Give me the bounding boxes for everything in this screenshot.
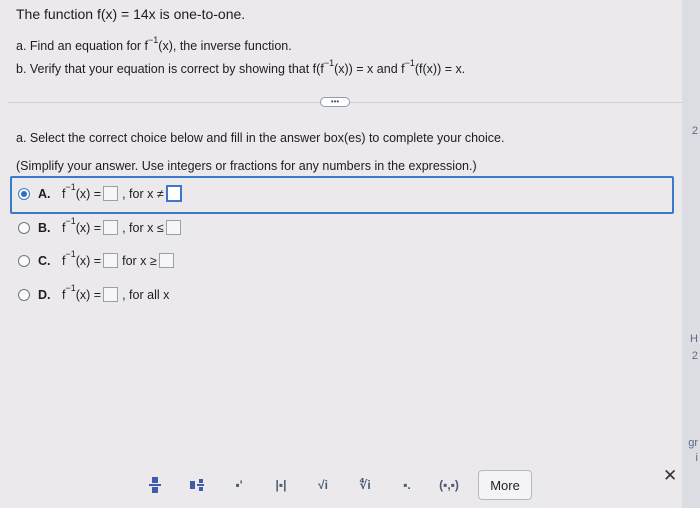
part-b-mid1: (f (316, 62, 324, 76)
choice-condition: , for all x (122, 287, 170, 302)
choice-eq: (x) = (75, 220, 102, 235)
edge-label: 2 (691, 125, 698, 137)
radio-a[interactable] (18, 187, 30, 200)
answer-box-condition-a[interactable] (165, 185, 182, 202)
part-b-pre: b. Verify that your equation is correct … (16, 62, 317, 76)
answer-box-expression-d[interactable] (103, 287, 119, 302)
radio-b[interactable] (18, 221, 30, 234)
close-icon[interactable]: ✕ (663, 466, 677, 486)
radio-c[interactable] (18, 254, 30, 267)
edge-label: H (690, 333, 698, 345)
part-a-text: a. Find an equation for f−1(x), the inve… (16, 35, 292, 53)
choice-sup: −1 (65, 181, 76, 192)
edge-label: 2 (691, 350, 698, 362)
exponent-icon[interactable]: ▪' (218, 471, 260, 499)
section-divider (8, 102, 694, 103)
radio-d[interactable] (18, 288, 30, 301)
more-button[interactable]: More (478, 470, 532, 500)
mixed-number-icon[interactable] (176, 471, 218, 499)
nth-root-icon[interactable]: ∜i (344, 471, 386, 499)
choice-eq: (x) = (75, 287, 102, 302)
ordered-pair-icon[interactable]: (▪,▪) (428, 471, 470, 499)
answer-box-condition-b[interactable] (165, 220, 181, 235)
answer-box-expression-a[interactable] (103, 186, 119, 201)
choice-condition: for x ≥ (122, 253, 157, 268)
part-b-sup2: −1 (404, 58, 415, 68)
part-a-pre: a. Find an equation for f (16, 39, 149, 53)
part-b-post: (f(x)) = x. (414, 62, 466, 76)
choice-letter: A. (38, 186, 51, 201)
answer-box-condition-c[interactable] (158, 253, 174, 268)
problem-title: The function f(x) = 14x is one-to-one. (16, 6, 246, 22)
edge-label: i (695, 452, 698, 464)
answer-box-expression-c[interactable] (103, 253, 119, 268)
instruction-line-1: a. Select the correct choice below and f… (16, 131, 505, 145)
choice-a[interactable]: A. f −1 (x) = , for x ≠ (18, 181, 184, 202)
part-b-text: b. Verify that your equation is correct … (16, 58, 466, 76)
fraction-icon[interactable] (134, 471, 176, 499)
math-toolbar: ▪' |▪| √i ∜i ▪. (▪,▪) More (134, 464, 548, 506)
instruction-line-2: (Simplify your answer. Use integers or f… (16, 159, 477, 173)
part-b-sup1: −1 (323, 58, 335, 68)
part-b-mid2: (x)) = x and f (334, 62, 405, 76)
square-root-icon[interactable]: √i (302, 471, 344, 499)
part-a-sup: −1 (148, 35, 159, 45)
choice-letter: C. (38, 253, 51, 268)
choice-d[interactable]: D. f −1 (x) = , for all x (18, 283, 170, 302)
edge-label: gr (688, 437, 698, 449)
choice-c[interactable]: C. f −1 (x) = for x ≥ (18, 249, 176, 268)
right-edge-panel: 2 H 2 gr i (682, 0, 700, 508)
choice-sup: −1 (65, 282, 76, 293)
decimal-icon[interactable]: ▪. (386, 471, 428, 499)
choice-sup: −1 (65, 248, 76, 259)
choice-eq: (x) = (75, 253, 102, 268)
expand-button[interactable]: ••• (320, 97, 350, 107)
choice-b[interactable]: B. f −1 (x) = , for x ≤ (18, 216, 183, 235)
absolute-value-icon[interactable]: |▪| (260, 471, 302, 499)
choice-eq: (x) = (75, 186, 102, 201)
answer-box-expression-b[interactable] (103, 220, 119, 235)
choice-letter: D. (38, 287, 51, 302)
choice-sup: −1 (65, 215, 76, 226)
choice-condition: , for x ≤ (122, 220, 164, 235)
part-a-post: (x), the inverse function. (158, 39, 292, 53)
choice-letter: B. (38, 220, 51, 235)
choice-condition: , for x ≠ (122, 186, 164, 201)
